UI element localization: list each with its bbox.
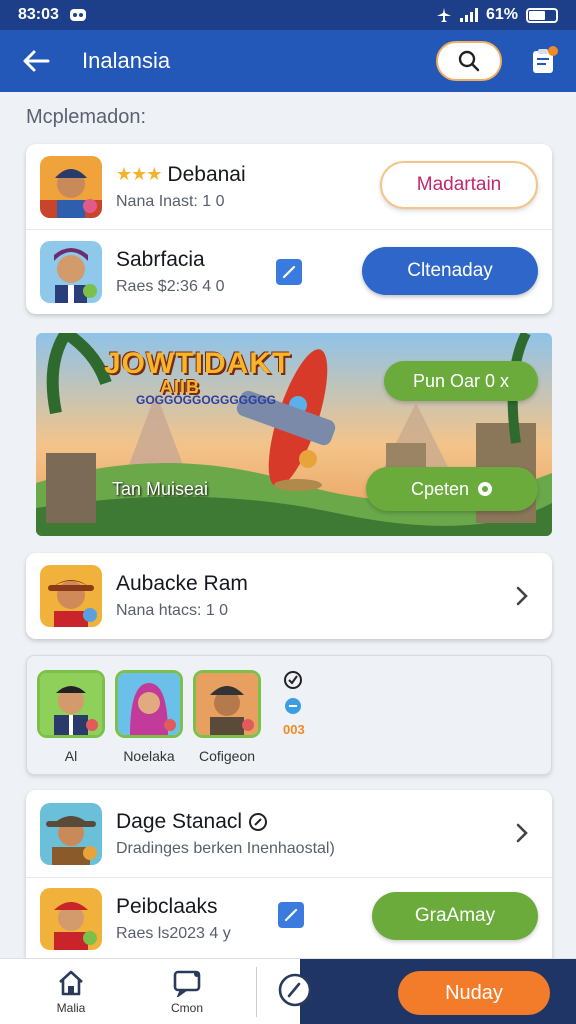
avatar xyxy=(40,155,102,218)
gift-icon xyxy=(285,698,301,714)
avatar xyxy=(193,670,261,738)
friend-name: Noelaka xyxy=(123,748,175,764)
item-title: Debanai xyxy=(167,162,246,186)
friend-item[interactable]: Cofigeon xyxy=(193,670,261,764)
search-icon xyxy=(458,50,480,72)
signal-icon xyxy=(459,8,478,22)
promo-banner[interactable]: JOWTIDAKT AIIB GOGGOGGOGGGGGGG Tan Muise… xyxy=(36,333,552,536)
avatar xyxy=(40,802,102,865)
compass-icon[interactable] xyxy=(278,973,312,1007)
list-item[interactable]: Aubacke Ram Nana htacs: 1 0 xyxy=(26,553,552,639)
chat-icon xyxy=(173,970,201,997)
chevron-right-icon xyxy=(516,586,528,606)
battery-icon xyxy=(526,7,558,23)
open-button[interactable]: Cpeten xyxy=(366,467,538,511)
home-icon xyxy=(59,970,83,996)
friend-counter: 003 xyxy=(283,722,305,737)
friends-strip: Al Noelaka Cofigeon 003 xyxy=(26,655,552,775)
nav-messages-label: Cmon xyxy=(170,1001,203,1015)
status-time: 83:03 xyxy=(18,6,59,23)
nav-messages[interactable]: Cmon xyxy=(152,969,222,1015)
edit-button[interactable] xyxy=(276,259,302,285)
check-circle-icon xyxy=(284,671,302,689)
verified-icon xyxy=(249,812,268,831)
arrow-left-icon xyxy=(23,50,50,72)
notification-icon xyxy=(69,9,86,21)
status-bar: 83:03 61% xyxy=(0,0,576,30)
pencil-icon xyxy=(284,908,298,922)
app-bar: Inalansia xyxy=(0,30,576,92)
item-title: Peibclaaks xyxy=(116,895,218,918)
friend-item[interactable]: Al xyxy=(37,670,105,764)
notification-badge xyxy=(548,46,558,56)
friend-stats: 003 xyxy=(283,670,305,737)
avatar xyxy=(40,565,102,627)
item-subtitle: Raes ls2023 4 y xyxy=(116,925,231,942)
avatar xyxy=(37,670,105,738)
chevron-right-icon xyxy=(516,823,528,843)
madartain-button[interactable]: Madartain xyxy=(380,161,538,209)
notifications-button[interactable] xyxy=(526,44,560,78)
graamay-button[interactable]: GraAmay xyxy=(372,892,538,940)
airplane-icon xyxy=(436,8,451,22)
pencil-icon xyxy=(282,265,296,279)
list-item[interactable]: Dage Stanacl Dradinges berken Inenhaosta… xyxy=(26,790,552,877)
cltenaday-button[interactable]: Cltenaday xyxy=(362,247,538,295)
banner-caption: Tan Muiseai xyxy=(112,479,209,499)
item-title: Dage Stanacl xyxy=(116,809,243,833)
game-item-card[interactable]: Aubacke Ram Nana htacs: 1 0 xyxy=(26,553,552,639)
item-title: Sabrfacia xyxy=(116,248,205,271)
page-title: Inalansia xyxy=(82,48,171,73)
back-button[interactable] xyxy=(16,41,56,81)
search-button[interactable] xyxy=(436,41,502,81)
record-icon xyxy=(478,482,493,496)
item-subtitle: Raes $2:36 4 0 xyxy=(116,278,225,295)
friend-name: Cofigeon xyxy=(198,748,256,764)
nav-home-label: Malia xyxy=(56,1001,86,1015)
nav-home[interactable]: Malia xyxy=(36,969,106,1015)
item-subtitle: Dradinges berken Inenhaostal) xyxy=(116,839,335,857)
friend-item[interactable]: Noelaka xyxy=(115,670,183,764)
open-button-label: Cpeten xyxy=(410,478,470,499)
item-subtitle: Nana htacs: 1 0 xyxy=(116,602,229,619)
nuday-button[interactable]: Nuday xyxy=(398,971,550,1015)
banner-subtitle: GOGGOGGOGGGGGGG xyxy=(136,393,277,407)
item-title: Aubacke Ram xyxy=(116,572,248,595)
list-item[interactable]: Peibclaaks Raes ls2023 4 y GraAmay xyxy=(26,878,552,960)
battery-percent: 61% xyxy=(485,6,518,23)
player-list-card: ★★★ Debanai Nana Inast: 1 0 Madartain Sab… xyxy=(26,144,552,314)
item-subtitle: Nana Inast: 1 0 xyxy=(116,192,225,210)
avatar xyxy=(40,241,102,303)
challenges-card: Dage Stanacl Dradinges berken Inenhaosta… xyxy=(26,790,552,960)
avatar xyxy=(40,888,102,950)
play-button[interactable]: Pun Oar 0 x xyxy=(384,361,538,401)
friend-name: Al xyxy=(64,748,78,764)
nav-divider xyxy=(256,967,257,1017)
bottom-nav: Malia Cmon Nuday xyxy=(0,958,576,1024)
list-item[interactable]: Sabrfacia Raes $2:36 4 0 Cltenaday xyxy=(26,230,552,314)
rating-stars-icon: ★★★ xyxy=(116,164,162,184)
avatar xyxy=(115,670,183,738)
section-label: Mcplemadon: xyxy=(26,106,147,128)
edit-button[interactable] xyxy=(278,902,304,928)
banner-title: JOWTIDAKT xyxy=(104,347,292,380)
list-item[interactable]: ★★★ Debanai Nana Inast: 1 0 Madartain xyxy=(26,144,552,229)
